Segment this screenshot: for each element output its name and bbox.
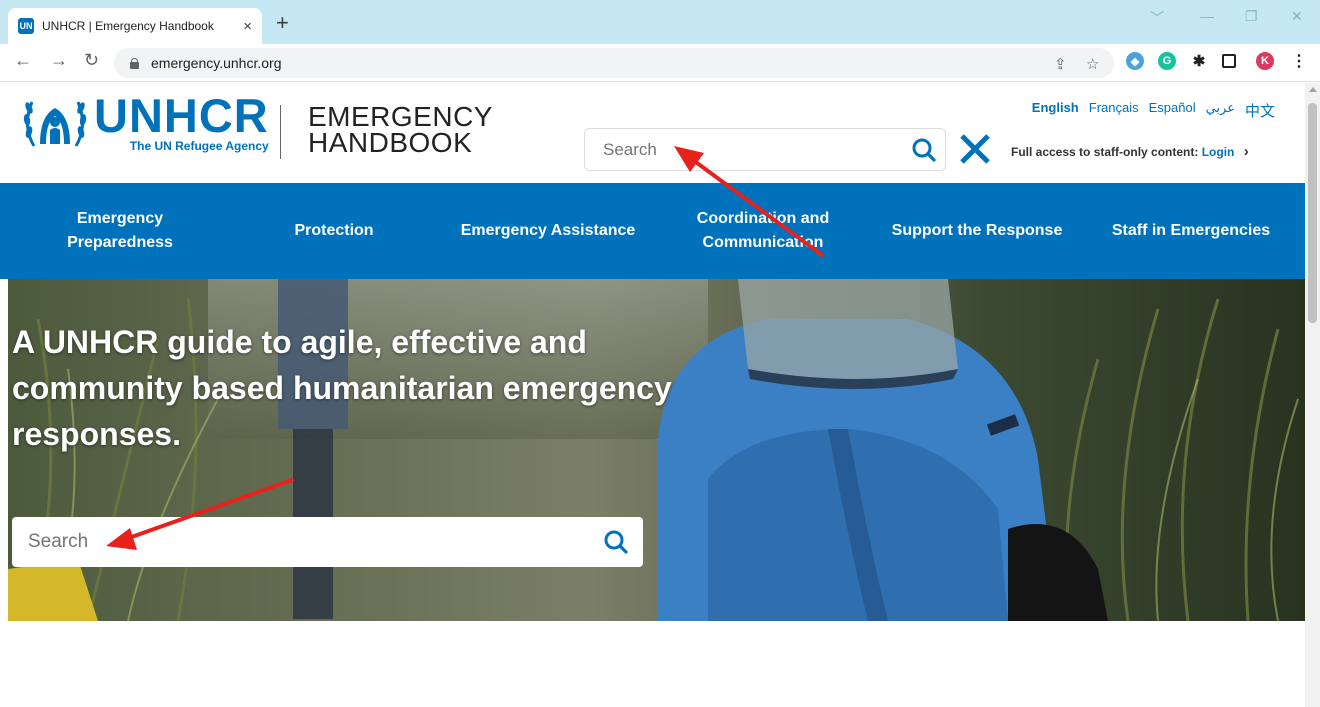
side-panel-icon[interactable] (1222, 54, 1236, 68)
nav-item-emergency-assistance[interactable]: Emergency Assistance (446, 219, 650, 243)
address-bar[interactable]: emergency.unhcr.org (114, 48, 1114, 78)
tab-title: UNHCR | Emergency Handbook (42, 19, 214, 33)
handbook-title-line2: HANDBOOK (308, 127, 473, 158)
grammarly-icon[interactable]: G (1158, 52, 1176, 70)
nav-item-emergency-preparedness[interactable]: Emergency Preparedness (56, 207, 184, 255)
close-search-icon[interactable] (958, 132, 992, 166)
browser-toolbar: ← → ↻ emergency.unhcr.org ⇪ ☆ (0, 44, 1320, 82)
browser-menu-icon[interactable]: ⋮ (1290, 52, 1308, 70)
lang-english[interactable]: English (1032, 100, 1079, 121)
staff-access-notice: Full access to staff-only content: Login… (1011, 143, 1249, 160)
share-icon[interactable]: ⇪ (1054, 55, 1067, 73)
unhcr-wordmark: UNHCR (94, 89, 269, 142)
unhcr-emblem-icon (23, 101, 87, 147)
restore-icon[interactable]: ❐ (1245, 8, 1258, 25)
bookmark-star-icon[interactable]: ☆ (1086, 55, 1099, 73)
lang-chinese[interactable]: 中文 (1245, 100, 1275, 121)
lang-arabic[interactable]: عربي (1206, 100, 1235, 121)
lang-french[interactable]: Français (1089, 100, 1139, 121)
site-header: UNHCR The UN Refugee Agency EMERGENCY HA… (0, 83, 1305, 183)
scroll-up-arrow-icon[interactable] (1309, 87, 1317, 92)
header-divider (280, 105, 281, 159)
new-tab-button[interactable]: + (276, 10, 289, 36)
chevron-right-icon[interactable]: › (1244, 143, 1249, 160)
browser-tabstrip: UN UNHCR | Emergency Handbook × + ﹀ — ❐ … (0, 0, 1320, 44)
url-text: emergency.unhcr.org (151, 55, 282, 71)
lock-icon (130, 57, 139, 69)
minimize-icon[interactable]: — (1200, 8, 1214, 24)
tab-close-icon[interactable]: × (243, 18, 252, 35)
search-icon[interactable] (911, 137, 937, 163)
staff-access-text: Full access to staff-only content: (1011, 145, 1199, 159)
hero-search-icon[interactable] (603, 529, 629, 555)
hero-title: A UNHCR guide to agile, effective and co… (12, 324, 672, 452)
nav-item-staff-in-emergencies[interactable]: Staff in Emergencies (1096, 219, 1286, 243)
header-search-box[interactable] (584, 128, 946, 171)
nav-item-coordination-communication[interactable]: Coordination and Communication (680, 207, 846, 255)
reload-icon[interactable]: ↻ (84, 50, 99, 71)
browser-tab[interactable]: UN UNHCR | Emergency Handbook × (8, 8, 262, 44)
emergency-handbook-title[interactable]: EMERGENCY HANDBOOK (308, 103, 493, 158)
back-icon[interactable]: ← (14, 50, 32, 71)
extensions-puzzle-icon[interactable]: ✱ (1190, 52, 1208, 70)
nav-item-protection[interactable]: Protection (274, 219, 394, 243)
hero-search-box[interactable] (12, 517, 643, 567)
profile-avatar[interactable]: K (1256, 52, 1274, 70)
header-search-input[interactable] (603, 139, 903, 160)
hero-banner: A UNHCR guide to agile, effective and co… (8, 279, 1305, 621)
close-window-icon[interactable]: ✕ (1291, 8, 1303, 25)
login-link[interactable]: Login (1202, 145, 1235, 159)
page-scrollbar[interactable] (1305, 83, 1320, 707)
hero-search-input[interactable] (28, 531, 568, 553)
nav-item-support-the-response[interactable]: Support the Response (876, 219, 1078, 243)
lang-spanish[interactable]: Español (1149, 100, 1196, 121)
scroll-thumb[interactable] (1308, 103, 1317, 323)
language-switcher: English Français Español عربي 中文 (1032, 100, 1275, 121)
tab-search-icon[interactable]: ﹀ (1150, 8, 1164, 28)
forward-icon[interactable]: → (50, 50, 68, 71)
extension-icon[interactable]: ◆ (1126, 52, 1144, 70)
main-navigation: Emergency Preparedness Protection Emerge… (0, 183, 1305, 279)
unhcr-favicon-icon: UN (18, 18, 34, 34)
unhcr-logo[interactable]: UNHCR The UN Refugee Agency (20, 89, 269, 154)
